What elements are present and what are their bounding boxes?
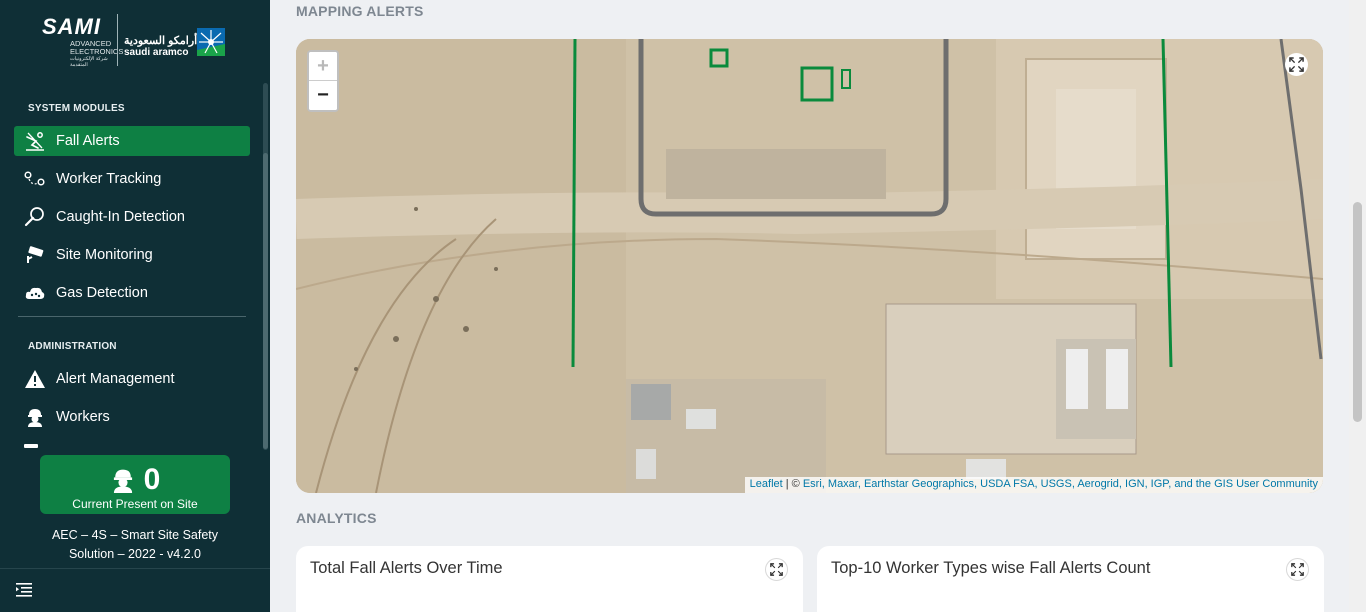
expand-icon xyxy=(1289,57,1304,72)
sidebar-item-workers[interactable]: Workers xyxy=(14,402,250,432)
card-title: Top-10 Worker Types wise Fall Alerts Cou… xyxy=(831,559,1151,577)
sidebar-item-label: Workers xyxy=(56,409,110,425)
zoom-out-button[interactable]: − xyxy=(309,81,337,110)
analytics-heading: ANALYTICS xyxy=(296,510,377,526)
warning-icon xyxy=(24,368,46,390)
worker-types-fall-alerts-card: Top-10 Worker Types wise Fall Alerts Cou… xyxy=(817,546,1324,612)
card-expand-button[interactable] xyxy=(1286,558,1309,581)
satellite-map[interactable] xyxy=(296,39,1323,493)
fall-alert-icon xyxy=(24,130,46,152)
sidebar-item-label: Site Monitoring xyxy=(56,247,153,263)
sidebar-item-label: Caught-In Detection xyxy=(56,209,185,225)
page-scrollbar[interactable] xyxy=(1349,0,1366,612)
sidebar-item-caught-in-detection[interactable]: Caught-In Detection xyxy=(14,202,250,232)
administration-heading: ADMINISTRATION xyxy=(28,341,117,352)
gas-cloud-icon xyxy=(24,282,46,304)
magnifier-icon xyxy=(24,206,46,228)
expand-icon xyxy=(770,563,783,576)
sami-logo-text: SAMI xyxy=(42,14,101,39)
esri-attribution-link[interactable]: Esri, Maxar, Earthstar Geographics, USDA… xyxy=(803,478,1318,490)
sidebar-divider xyxy=(18,316,246,317)
app-version: AEC – 4S – Smart Site Safety Solution – … xyxy=(51,528,219,561)
map-container[interactable]: + − Leaflet | © Esri, Maxar, Earthstar G… xyxy=(296,39,1323,493)
partially-hidden-nav-icon xyxy=(24,444,38,448)
sidebar-item-alert-management[interactable]: Alert Management xyxy=(14,364,250,394)
map-attribution: Leaflet | © Esri, Maxar, Earthstar Geogr… xyxy=(744,477,1323,493)
card-title: Total Fall Alerts Over Time xyxy=(310,559,503,577)
sidebar-item-label: Gas Detection xyxy=(56,285,148,301)
present-label: Current Present on Site xyxy=(72,497,198,511)
leaflet-link[interactable]: Leaflet xyxy=(750,478,783,490)
page-scrollbar-thumb[interactable] xyxy=(1353,202,1362,422)
sidebar: SAMI ADVANCED ELECTRONICS شركة الإلكترون… xyxy=(0,0,270,612)
aramco-logo-arabic: أرامكو السعودية xyxy=(124,35,198,47)
present-count: 0 xyxy=(143,463,161,496)
zoom-control: + − xyxy=(307,50,339,112)
mapping-alerts-heading: MAPPING ALERTS xyxy=(296,3,424,19)
total-fall-alerts-card: Total Fall Alerts Over Time xyxy=(296,546,803,612)
sidebar-item-gas-detection[interactable]: Gas Detection xyxy=(14,278,250,308)
sidebar-item-fall-alerts[interactable]: Fall Alerts xyxy=(14,126,250,156)
map-fullscreen-button[interactable] xyxy=(1285,53,1308,76)
sidebar-item-site-monitoring[interactable]: Site Monitoring xyxy=(14,240,250,270)
aramco-logo-english: saudi aramco xyxy=(124,47,189,58)
sidebar-item-worker-tracking[interactable]: Worker Tracking xyxy=(14,164,250,194)
present-on-site-card: 0 Current Present on Site xyxy=(40,455,230,514)
sidebar-item-label: Alert Management xyxy=(56,371,175,387)
company-logos: SAMI ADVANCED ELECTRONICS شركة الإلكترون… xyxy=(40,12,240,72)
sidebar-scrollbar[interactable] xyxy=(263,83,268,450)
cctv-camera-icon xyxy=(24,244,46,266)
sidebar-footer xyxy=(0,568,270,612)
sami-logo-subtext: ADVANCED ELECTRONICS شركة الإلكترونيات ا… xyxy=(70,39,124,69)
logo-divider xyxy=(117,14,118,66)
sidebar-item-label: Worker Tracking xyxy=(56,171,162,187)
route-pin-icon xyxy=(24,168,46,190)
worker-helmet-icon xyxy=(113,469,132,493)
zoom-in-button[interactable]: + xyxy=(309,52,337,81)
system-modules-heading: SYSTEM MODULES xyxy=(28,103,125,114)
sami-logo: SAMI ADVANCED ELECTRONICS شركة الإلكترون… xyxy=(40,14,123,68)
sidebar-item-label: Fall Alerts xyxy=(56,133,120,149)
aramco-star-icon xyxy=(197,28,225,56)
worker-helmet-icon xyxy=(24,406,46,428)
sidebar-scrollbar-thumb[interactable] xyxy=(263,153,268,449)
menu-collapse-icon[interactable] xyxy=(16,581,34,597)
expand-icon xyxy=(1291,563,1304,576)
card-expand-button[interactable] xyxy=(765,558,788,581)
